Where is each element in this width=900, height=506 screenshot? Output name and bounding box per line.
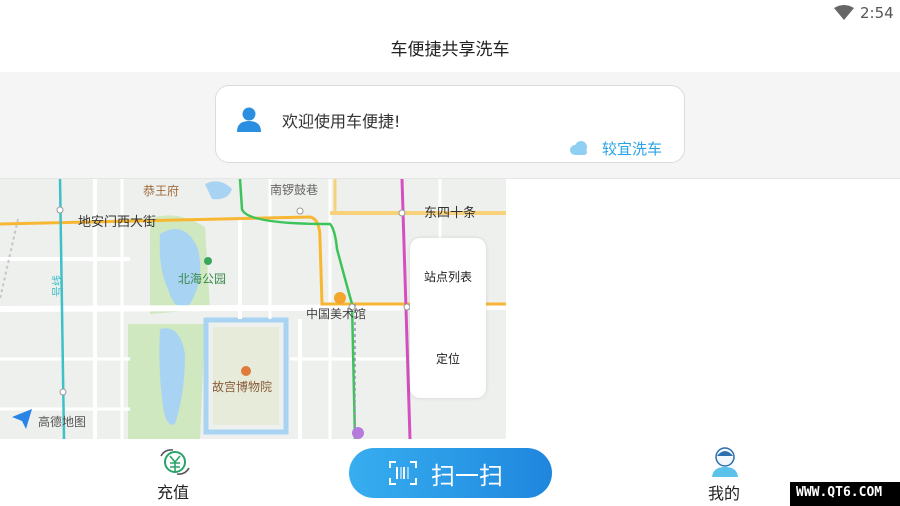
station-list-button[interactable]: 站点列表 (410, 268, 486, 285)
user-icon (237, 107, 261, 132)
car-wash-index: 较宜洗车 (602, 140, 663, 158)
welcome-card: 欢迎使用车便捷! 较宜洗车 (215, 85, 685, 163)
scan-button[interactable]: 扫一扫 (349, 448, 552, 498)
status-time: 2:54 (860, 4, 894, 22)
locate-button[interactable]: 定位 (410, 350, 486, 367)
profile-icon (712, 447, 738, 477)
tab-recharge[interactable]: 充值 (150, 446, 200, 502)
map-label-dianmen-west: 地安门西大街 (78, 215, 156, 230)
map-label-metro-line: 号线 (50, 275, 64, 297)
map-provider-logo: 高德地图 (38, 414, 86, 429)
scan-button-label: 扫一扫 (431, 462, 503, 490)
tab-mine-label: 我的 (708, 484, 741, 503)
app-header: 车便捷共享洗车 (0, 28, 900, 72)
site-watermark: WWW.QT6.COM (790, 482, 900, 506)
watermark-text: WWW.QT6.COM (796, 485, 883, 500)
tab-recharge-label: 充值 (157, 483, 190, 502)
page-title: 车便捷共享洗车 (390, 40, 510, 60)
map-label-nanluoguxiang: 南锣鼓巷 (270, 182, 318, 197)
map-label-art-museum: 中国美术馆 (306, 306, 366, 321)
tab-mine[interactable]: 我的 (700, 446, 750, 503)
map-label-beihai-park: 北海公园 (178, 271, 226, 286)
welcome-greeting: 欢迎使用车便捷! (282, 112, 401, 131)
status-bar: 2:54 (0, 0, 900, 28)
map-controls: 站点列表 定位 (410, 238, 486, 398)
barcode-scan-icon (389, 461, 417, 485)
wifi-icon (834, 5, 854, 20)
cloud-icon (570, 141, 587, 155)
map-label-palace-museum: 故宫博物院 (212, 379, 272, 394)
recharge-icon (160, 449, 190, 475)
map-label-dongsi-shitiao: 东四十条 (424, 205, 476, 221)
map-label-prince-mansion: 恭王府 (143, 183, 179, 198)
